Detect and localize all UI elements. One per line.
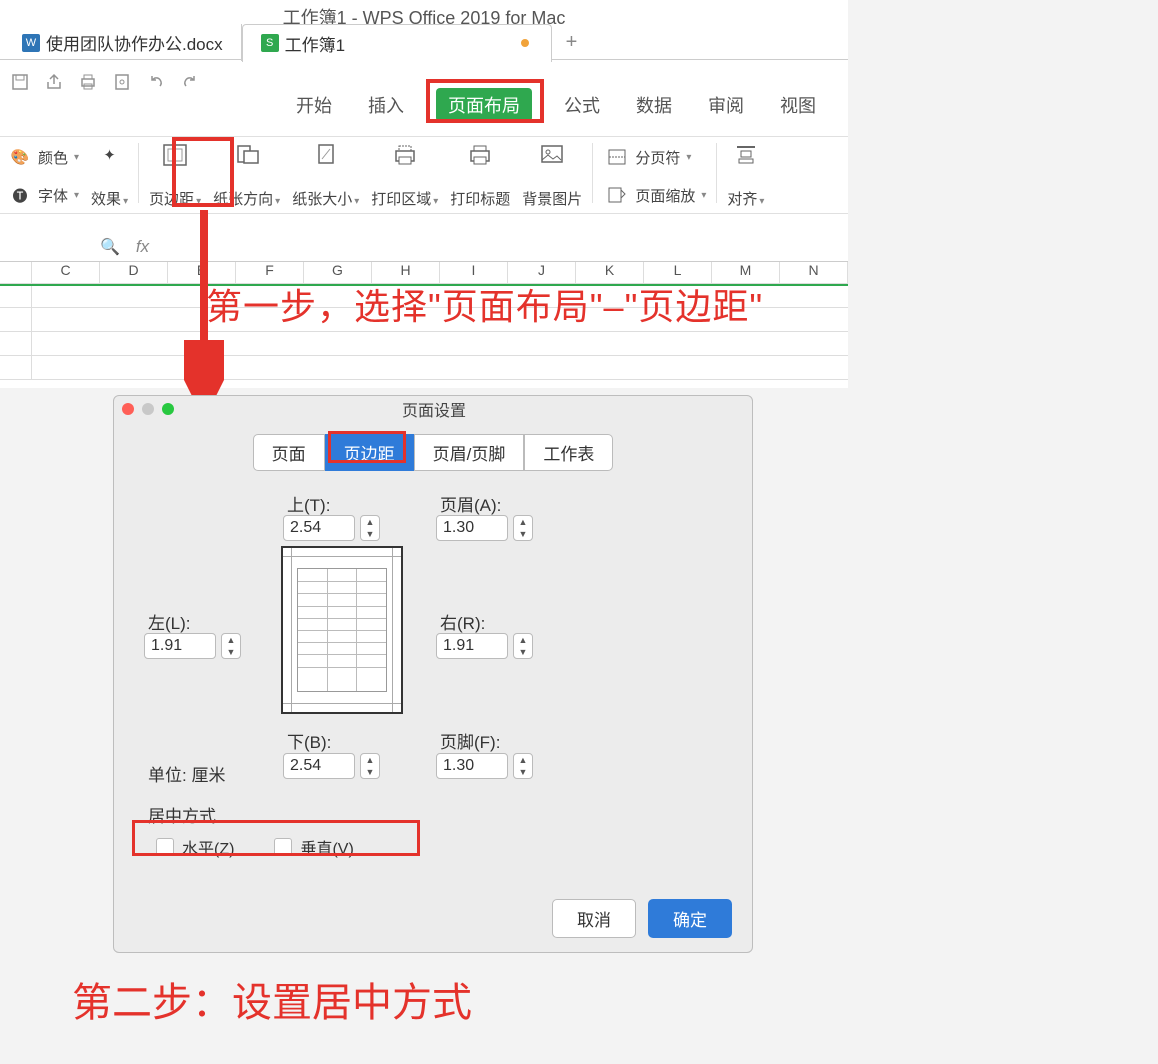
dlg-tab-page[interactable]: 页面 (253, 434, 325, 471)
label-footer: 页脚(F): (440, 728, 500, 753)
menu-tabs: 开始 插入 页面布局 公式 数据 审阅 视图 (292, 88, 820, 122)
annotation-step2: 第二步：设置居中方式 (72, 970, 472, 1028)
page-preview (281, 546, 403, 714)
spinner-header-buttons[interactable]: ▲▼ (513, 515, 533, 541)
zoom-glass-icon[interactable]: 🔍 (100, 237, 120, 257)
zoom-icon (603, 183, 631, 207)
ribbon-zoom-button[interactable]: 页面缩放▾ (603, 183, 706, 207)
doc-tab-docx[interactable]: W 使用团队协作办公.docx (4, 24, 242, 61)
col-header[interactable]: C (32, 262, 100, 284)
print-icon[interactable] (78, 72, 98, 92)
doc-tab-workbook[interactable]: S 工作簿1 (242, 24, 552, 62)
share-icon[interactable] (44, 72, 64, 92)
col-header[interactable]: N (780, 262, 848, 284)
label-header: 页眉(A): (440, 491, 501, 516)
annotation-outline-page-layout (426, 79, 544, 123)
close-traffic-icon[interactable] (122, 403, 134, 415)
dialog-tabs: 页面 页边距 页眉/页脚 工作表 (114, 434, 752, 471)
ribbon-background-button[interactable]: 背景图片 (516, 143, 588, 209)
tab-review[interactable]: 审阅 (704, 88, 748, 122)
annotation-outline-center (132, 820, 420, 856)
ribbon-print-titles-button[interactable]: 打印标题 (444, 143, 516, 209)
spinner-top-buttons[interactable]: ▲▼ (360, 515, 380, 541)
ribbon-color-button[interactable]: 🎨颜色▾ (6, 145, 79, 169)
ribbon-font-button[interactable]: 🅣字体▾ (6, 183, 79, 207)
align-icon (732, 143, 760, 167)
ribbon-size-button[interactable]: 纸张大小▾ (286, 143, 365, 209)
tab-insert[interactable]: 插入 (364, 88, 408, 122)
ok-button[interactable]: 确定 (648, 899, 732, 938)
page-setup-dialog: 页面设置 页面 页边距 页眉/页脚 工作表 上(T): 2.54 ▲▼ 页眉(A… (113, 395, 753, 953)
col-header[interactable]: D (100, 262, 168, 284)
annotation-outline-margins (172, 137, 234, 207)
window-title: 工作簿1 - WPS Office 2019 for Mac (0, 0, 848, 26)
col-header-blank[interactable] (0, 262, 32, 284)
spinner-right[interactable]: 1.91 (436, 633, 508, 659)
spinner-top[interactable]: 2.54 (283, 515, 355, 541)
spinner-footer[interactable]: 1.30 (436, 753, 508, 779)
redo-icon[interactable] (180, 72, 200, 92)
spinner-footer-buttons[interactable]: ▲▼ (513, 753, 533, 779)
ribbon-align-button[interactable]: 对齐▾ (721, 143, 770, 209)
tab-formula[interactable]: 公式 (560, 88, 604, 122)
doc-tab-label: 使用团队协作办公.docx (46, 30, 223, 55)
document-tabs: W 使用团队协作办公.docx S 工作簿1 + (0, 26, 848, 60)
label-right: 右(R): (440, 609, 485, 634)
page-size-icon (312, 143, 340, 167)
ribbon-background-label: 背景图片 (522, 188, 582, 209)
picture-icon (538, 143, 566, 167)
ribbon-breaks-button[interactable]: 分页符▾ (603, 145, 706, 169)
sheet-icon: S (261, 34, 279, 52)
ribbon-size-label: 纸张大小 (292, 191, 352, 208)
ribbon-page-layout: 🎨颜色▾ 🅣字体▾ ✦ 效果▾ 页边距▾ 纸张方向▾ 纸张大小▾ 打印区域▾ 打… (0, 136, 848, 214)
tab-view[interactable]: 视图 (776, 88, 820, 122)
dialog-titlebar: 页面设置 (114, 396, 752, 422)
orientation-icon (233, 143, 261, 167)
annotation-step1: 第一步，选择"页面布局"–"页边距" (206, 278, 763, 330)
doc-tab-label: 工作簿1 (285, 31, 345, 56)
modified-dot-icon (521, 39, 529, 47)
breaks-icon (603, 145, 631, 169)
cancel-button[interactable]: 取消 (552, 899, 636, 938)
dialog-title: 页面设置 (174, 397, 694, 421)
unit-label: 单位: 厘米 (148, 761, 225, 786)
font-icon: 🅣 (6, 183, 34, 207)
palette-icon: 🎨 (6, 145, 34, 169)
new-tab-button[interactable]: + (552, 31, 592, 54)
margins-panel: 上(T): 2.54 ▲▼ 页眉(A): 1.30 ▲▼ 左(L): 1.91 … (114, 491, 752, 821)
print-area-icon (391, 143, 419, 167)
spinner-left[interactable]: 1.91 (144, 633, 216, 659)
annotation-arrow-icon (184, 210, 224, 410)
tab-start[interactable]: 开始 (292, 88, 336, 122)
ribbon-effect-label: 效果 (91, 191, 121, 208)
annotation-outline-margins-tab (328, 431, 406, 463)
preview-icon[interactable] (112, 72, 132, 92)
dialog-buttons: 取消 确定 (552, 899, 732, 938)
word-icon: W (22, 34, 40, 52)
label-top: 上(T): (287, 491, 330, 516)
spinner-right-buttons[interactable]: ▲▼ (513, 633, 533, 659)
dlg-tab-sheet[interactable]: 工作表 (524, 434, 613, 471)
dlg-tab-headerfooter[interactable]: 页眉/页脚 (414, 434, 525, 471)
ribbon-print-area-button[interactable]: 打印区域▾ (365, 143, 444, 209)
ribbon-align-label: 对齐 (727, 191, 757, 208)
print-titles-icon (466, 143, 494, 167)
formula-bar[interactable]: 🔍 fx (0, 232, 848, 262)
spinner-bottom[interactable]: 2.54 (283, 753, 355, 779)
tab-data[interactable]: 数据 (632, 88, 676, 122)
label-bottom: 下(B): (287, 728, 331, 753)
label-left: 左(L): (148, 609, 191, 634)
spinner-bottom-buttons[interactable]: ▲▼ (360, 753, 380, 779)
ribbon-print-titles-label: 打印标题 (450, 188, 510, 209)
undo-icon[interactable] (146, 72, 166, 92)
save-icon[interactable] (10, 72, 30, 92)
fx-label: fx (136, 237, 149, 257)
effect-icon: ✦ (96, 143, 124, 167)
spinner-left-buttons[interactable]: ▲▼ (221, 633, 241, 659)
zoom-traffic-icon[interactable] (162, 403, 174, 415)
minimize-traffic-icon[interactable] (142, 403, 154, 415)
ribbon-effect-button[interactable]: ✦ 效果▾ (85, 143, 134, 209)
spinner-header[interactable]: 1.30 (436, 515, 508, 541)
ribbon-print-area-label: 打印区域 (371, 191, 431, 208)
